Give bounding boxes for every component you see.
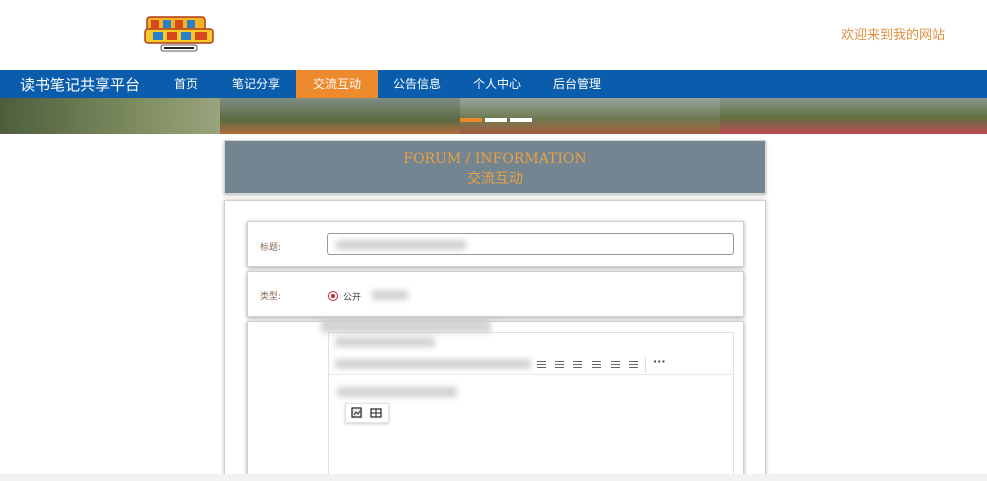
title-label: 标题: [260, 243, 282, 253]
align-right-icon[interactable] [573, 364, 582, 365]
carousel-dot-1[interactable] [460, 118, 482, 122]
type-radio-public[interactable] [328, 291, 338, 301]
banner-image-segment [220, 98, 460, 134]
rich-text-editor[interactable]: ··· [321, 319, 734, 481]
title-row: 标题: [247, 221, 744, 267]
blurred-editor-content [337, 387, 457, 397]
nav-item-home[interactable]: 首页 [160, 70, 212, 98]
nav-item-personal-center[interactable]: 个人中心 [464, 70, 530, 98]
banner-image-segment [460, 98, 720, 134]
page-title-zh: 交流互动 [467, 171, 523, 187]
type-label: 类型: [260, 292, 282, 302]
ellipsis-icon[interactable]: ··· [653, 356, 666, 368]
image-edit-icon[interactable] [351, 407, 363, 419]
image-popup-toolbar [345, 403, 389, 423]
page-title-en: FORUM / INFORMATION [403, 151, 587, 167]
carousel-dot-3[interactable] [510, 118, 532, 122]
banner-carousel[interactable] [0, 98, 987, 134]
digimon-adventure-logo[interactable] [143, 14, 215, 54]
blurred-toolbar-buttons [335, 359, 531, 369]
indent-decrease-icon[interactable] [611, 364, 620, 365]
nav-item-interaction[interactable]: 交流互动 [296, 70, 378, 98]
site-header: 欢迎来到我的网站 [0, 0, 987, 70]
align-justify-icon[interactable] [592, 364, 601, 365]
blurred-type-option [372, 290, 408, 300]
toolbar-separator [645, 357, 646, 373]
align-left-icon[interactable] [537, 364, 546, 365]
carousel-dot-2[interactable] [485, 118, 507, 122]
nav-item-announcements[interactable]: 公告信息 [384, 70, 450, 98]
welcome-text: 欢迎来到我的网站 [840, 28, 945, 43]
page-bottom-strip [0, 474, 987, 481]
align-center-icon[interactable] [555, 364, 564, 365]
indent-increase-icon[interactable] [629, 364, 638, 365]
type-row: 类型: 公开 [247, 271, 744, 317]
type-radio-public-label: 公开 [343, 293, 362, 303]
content-row: ··· [247, 319, 744, 481]
site-brand[interactable]: 读书笔记共享平台 [20, 74, 140, 95]
blurred-title-text [336, 240, 466, 250]
forum-post-form: 标题: 类型: 公开 ··· [224, 200, 766, 481]
nav-item-admin[interactable]: 后台管理 [544, 70, 610, 98]
title-input[interactable] [327, 233, 734, 255]
nav-item-note-share[interactable]: 笔记分享 [222, 70, 290, 98]
banner-image-segment [720, 98, 987, 134]
main-navbar: 读书笔记共享平台 首页 笔记分享 交流互动 公告信息 个人中心 后台管理 [0, 70, 987, 98]
banner-image-segment [0, 98, 220, 134]
blurred-toolbar-row [335, 337, 435, 347]
table-icon[interactable] [370, 407, 382, 419]
editor-toolbar: ··· [329, 355, 733, 375]
blurred-toolbar-row [321, 319, 491, 333]
page-title-box: FORUM / INFORMATION 交流互动 [224, 140, 766, 194]
